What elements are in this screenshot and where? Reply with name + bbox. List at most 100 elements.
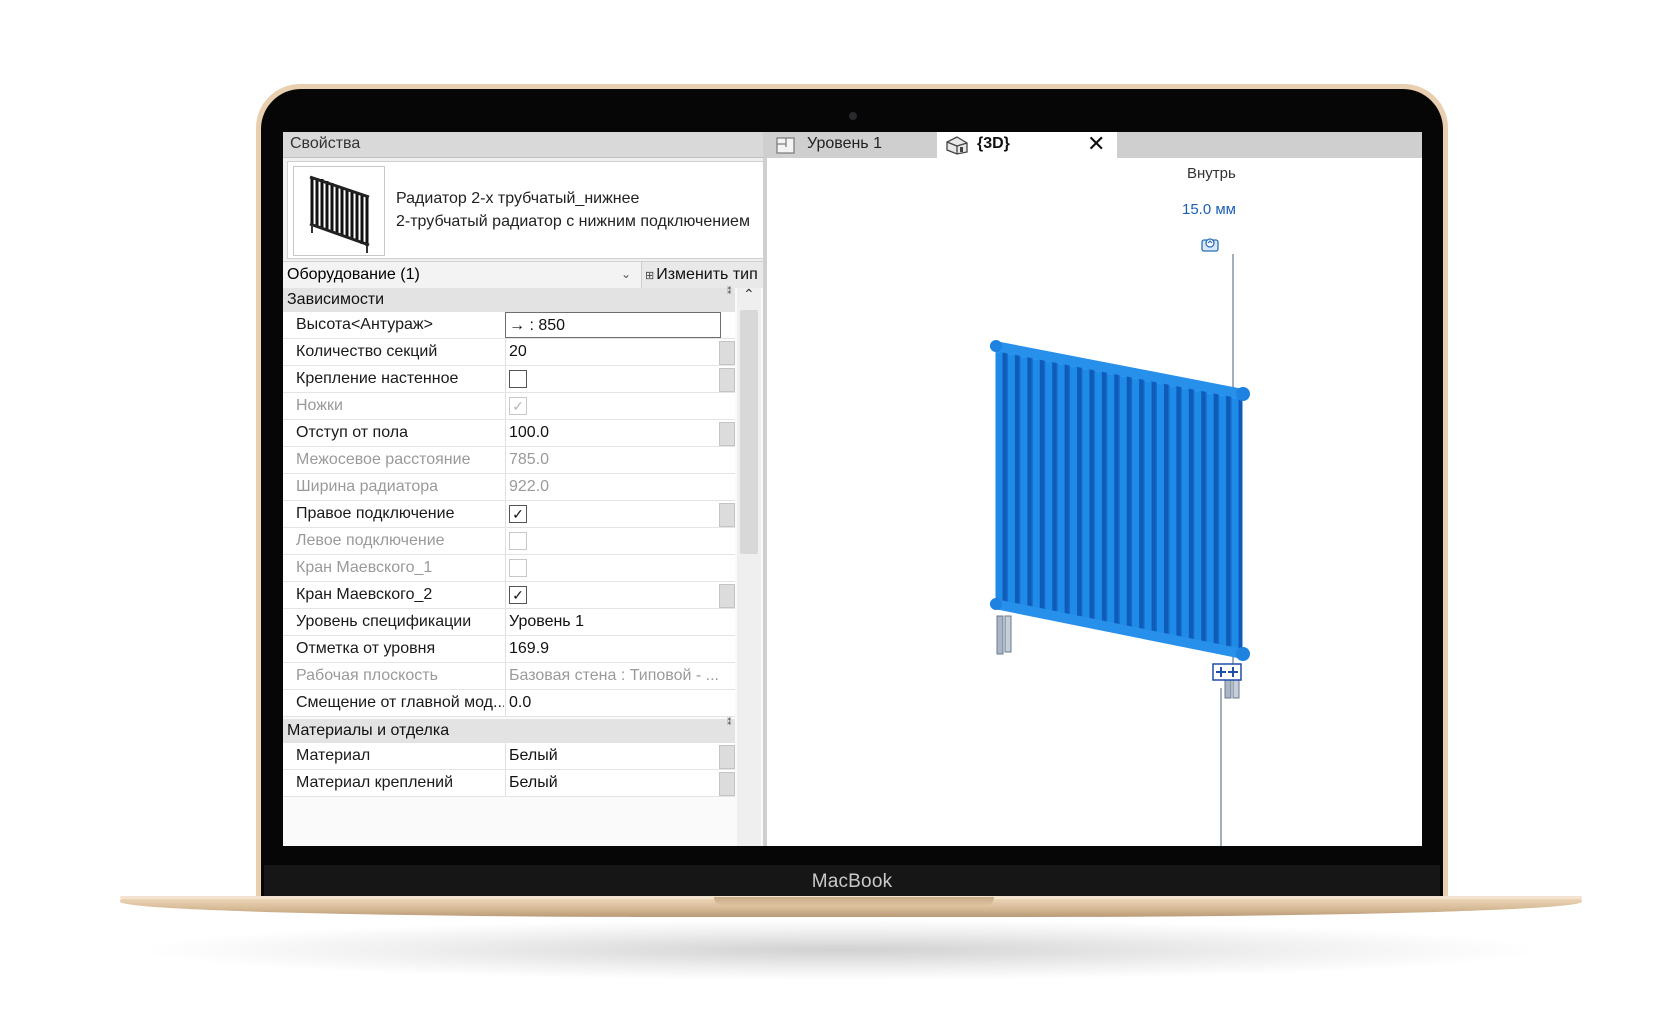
property-value-field[interactable]: 0.0 <box>505 690 720 716</box>
property-label: Крепление настенное <box>296 370 459 387</box>
chevron-down-icon: ⌄ <box>621 267 632 281</box>
laptop-hinge-notch <box>714 897 994 906</box>
property-row: Рабочая плоскость Базовая стена : Типово… <box>283 663 735 690</box>
param-button[interactable] <box>719 341 735 365</box>
property-row[interactable]: Уровень спецификации Уровень 1 <box>283 609 735 636</box>
property-value-field[interactable] <box>505 366 720 392</box>
type-description: 2-трубчатый радиатор с нижним подключени… <box>396 213 750 230</box>
checkbox-unchecked[interactable] <box>509 370 527 388</box>
properties-grid: Зависимости ⁑ Высота<Антураж> → : 850 Ко… <box>283 286 783 846</box>
property-value: 0.0 <box>509 694 532 711</box>
property-row[interactable]: Смещение от главной мод... 0.0 <box>283 690 735 717</box>
checkbox-checked[interactable]: ✓ <box>509 586 527 604</box>
property-row[interactable]: Материал Белый <box>283 743 735 770</box>
3d-house-icon <box>945 135 969 160</box>
category-filter-select[interactable]: Оборудование (1) ⌄ <box>283 262 642 288</box>
property-value-field[interactable]: Белый <box>505 743 720 769</box>
property-value-field[interactable]: 100.0 <box>505 420 720 446</box>
property-value-field: 922.0 <box>505 474 720 500</box>
property-row: Межосевое расстояние 785.0 <box>283 447 735 474</box>
property-row[interactable]: Кран Маевского_2 ✓ <box>283 582 735 609</box>
property-value-input[interactable]: → : 850 <box>505 312 721 338</box>
properties-titlebar: Свойства ✕ <box>283 132 800 158</box>
property-label: Уровень спецификации <box>296 613 472 630</box>
group-header-label: Материалы и отделка <box>287 722 450 739</box>
scroll-up-icon[interactable]: ⌃ <box>743 286 755 303</box>
property-value: 20 <box>509 343 527 360</box>
property-value: Белый <box>509 747 558 764</box>
group-header-constraints[interactable]: Зависимости ⁑ <box>283 286 735 312</box>
type-selector[interactable]: Радиатор 2-х трубчатый_нижнее 2-трубчаты… <box>287 161 799 259</box>
property-value-field <box>505 528 720 554</box>
property-value: Уровень 1 <box>509 613 584 630</box>
param-button[interactable] <box>719 745 735 769</box>
camera-icon <box>849 112 857 120</box>
property-value-field: ✓ <box>505 393 720 419</box>
param-button[interactable] <box>719 772 735 796</box>
property-label: Правое подключение <box>296 505 455 522</box>
property-value-field[interactable]: Белый <box>505 770 720 796</box>
property-row: Кран Маевского_1 <box>283 555 735 582</box>
scrollbar-thumb[interactable] <box>740 310 758 554</box>
param-button[interactable] <box>719 584 735 608</box>
property-label: Ножки <box>296 397 343 414</box>
property-label: Ширина радиатора <box>296 478 439 495</box>
radiator-3d-model[interactable] <box>767 158 1422 846</box>
properties-palette: Свойства ✕ <box>283 132 800 846</box>
category-filter-value: Оборудование (1) <box>287 266 420 283</box>
tab-3d[interactable]: {3D} ✕ <box>937 132 1117 158</box>
property-value-field: Базовая стена : Типовой - ... <box>505 663 720 689</box>
property-label: Смещение от главной мод... <box>296 694 504 711</box>
close-icon[interactable]: ✕ <box>1087 132 1105 157</box>
property-row[interactable]: Высота<Антураж> → : 850 <box>283 312 735 339</box>
tab-level-1[interactable]: Уровень 1 <box>767 132 935 158</box>
property-value: 100.0 <box>509 424 550 441</box>
properties-title: Свойства <box>290 135 361 152</box>
laptop-brand-label: MacBook <box>264 865 1440 899</box>
property-label: Кран Маевского_1 <box>296 559 433 576</box>
floor-plan-icon <box>775 135 797 160</box>
properties-scrollbar[interactable]: ⌃ <box>737 286 761 846</box>
checkbox-unchecked-disabled <box>509 532 527 550</box>
param-button[interactable] <box>719 503 735 527</box>
property-value-field[interactable]: ✓ <box>505 582 720 608</box>
group-header-materials[interactable]: Материалы и отделка ⁑ <box>283 717 735 743</box>
filter-row: Оборудование (1) ⌄ ⊞ Изменить тип <box>283 261 800 289</box>
property-value: → : 850 <box>509 317 566 334</box>
property-row[interactable]: Отметка от уровня 169.9 <box>283 636 735 663</box>
property-value-field: 785.0 <box>505 447 720 473</box>
property-row: Ширина радиатора 922.0 <box>283 474 735 501</box>
property-value-field[interactable]: ✓ <box>505 501 720 527</box>
3d-viewport[interactable]: Внутрь 15.0 мм <box>767 158 1422 846</box>
param-button[interactable] <box>719 422 735 446</box>
property-value-field <box>505 555 720 581</box>
property-label: Материал <box>296 747 371 764</box>
property-row[interactable]: Материал креплений Белый <box>283 770 735 797</box>
checkbox-checked[interactable]: ✓ <box>509 505 527 523</box>
collapse-icon: ⁑ <box>727 286 732 296</box>
property-label: Отметка от уровня <box>296 640 436 657</box>
group-header-label: Зависимости <box>287 291 385 308</box>
property-value-field[interactable]: 169.9 <box>505 636 720 662</box>
property-row[interactable]: Крепление настенное <box>283 366 735 393</box>
property-row[interactable]: Отступ от пола 100.0 <box>283 420 735 447</box>
property-label: Высота<Антураж> <box>296 316 433 333</box>
property-label: Межосевое расстояние <box>296 451 471 468</box>
property-value: 169.9 <box>509 640 550 657</box>
param-button[interactable] <box>719 368 735 392</box>
view-tab-bar: Уровень 1 {3D} ✕ <box>767 132 1422 158</box>
property-value-field[interactable]: Уровень 1 <box>505 609 720 635</box>
tab-label: Уровень 1 <box>807 135 882 152</box>
type-family-name: Радиатор 2-х трубчатый_нижнее <box>396 190 640 207</box>
move-control-icon <box>1212 663 1242 681</box>
property-row[interactable]: Правое подключение ✓ <box>283 501 735 528</box>
property-label: Количество секций <box>296 343 438 360</box>
property-value: 922.0 <box>509 478 550 495</box>
edit-type-icon: ⊞ <box>645 270 655 282</box>
app-screen: Свойства ✕ <box>283 132 1422 846</box>
property-value: Белый <box>509 774 558 791</box>
edit-type-button[interactable]: ⊞ Изменить тип <box>645 266 758 284</box>
tab-label: {3D} <box>977 135 1010 152</box>
property-value-field[interactable]: 20 <box>505 339 720 365</box>
property-row[interactable]: Количество секций 20 <box>283 339 735 366</box>
